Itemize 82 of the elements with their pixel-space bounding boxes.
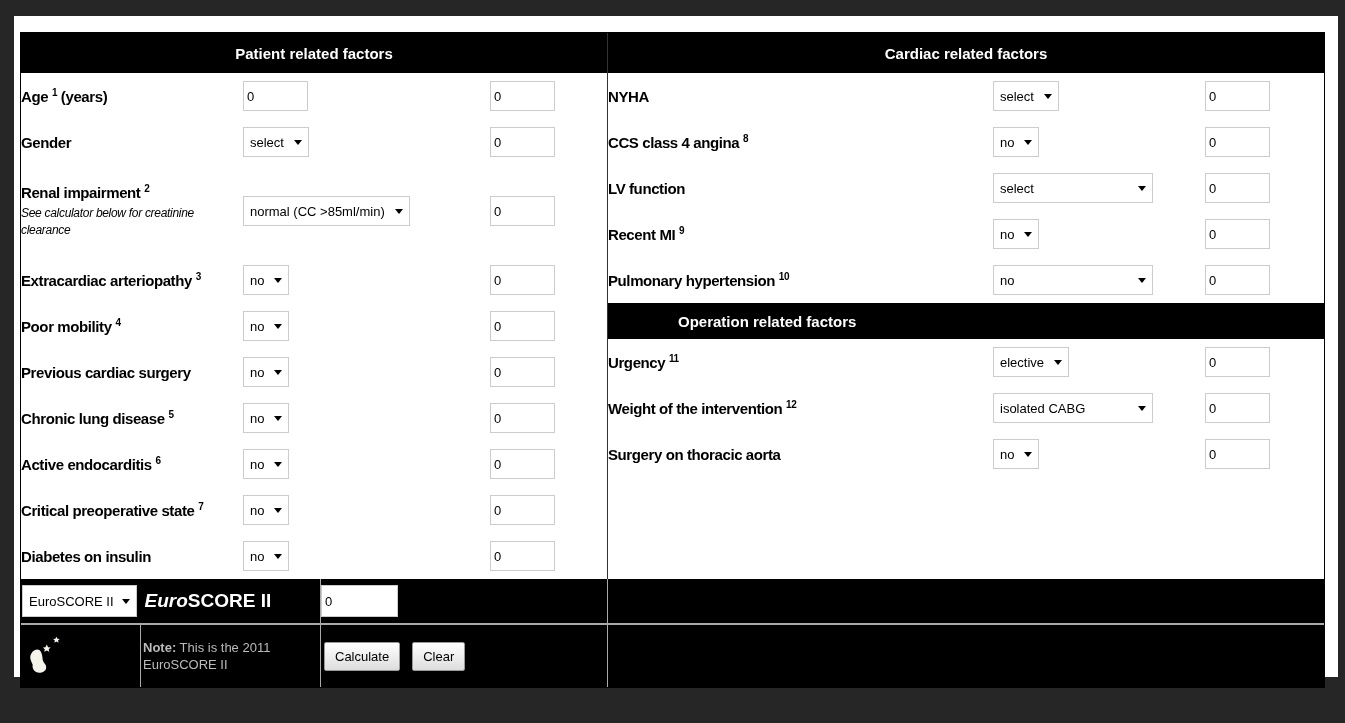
caret-icon	[1138, 185, 1146, 191]
caret-icon	[121, 598, 130, 604]
field-label: Diabetes on insulin	[21, 547, 152, 565]
score-field[interactable]: 0	[490, 265, 555, 295]
field-label: Weight of the intervention $^{12}$	[608, 399, 798, 417]
field-label: Chronic lung disease $^{5}$	[21, 409, 175, 427]
caret-icon	[1024, 231, 1033, 237]
field-label: Previous cardiac surgery	[21, 363, 192, 381]
dropdown[interactable]: no	[243, 495, 290, 525]
score-field[interactable]: 0	[1205, 265, 1270, 295]
caret-icon	[274, 553, 283, 559]
score-field[interactable]: 0	[490, 403, 555, 433]
caret-icon	[274, 415, 283, 421]
caret-icon	[1024, 451, 1033, 457]
caret-icon	[1138, 405, 1146, 411]
score-field[interactable]: 0	[1205, 173, 1270, 203]
caret-icon	[293, 139, 302, 145]
dropdown[interactable]: select	[243, 127, 309, 157]
input-field[interactable]: 0	[243, 81, 308, 111]
dropdown[interactable]: select	[993, 81, 1059, 111]
dropdown[interactable]: elective	[993, 347, 1070, 377]
dropdown[interactable]: no	[243, 541, 290, 571]
dropdown[interactable]: no	[243, 403, 290, 433]
score-title: EuroSCORE II	[144, 590, 272, 612]
score-field[interactable]: 0	[490, 495, 555, 525]
field-label: NYHA	[608, 87, 650, 105]
score-field[interactable]: 0	[490, 127, 555, 157]
dropdown[interactable]: EuroSCORE II	[22, 585, 137, 617]
dropdown[interactable]: select	[993, 173, 1153, 203]
score-field[interactable]: 0	[1205, 219, 1270, 249]
field-label: Extracardiac arteriopathy $^{3}$	[21, 271, 202, 289]
field-label: Active endocarditis $^{6}$	[21, 455, 162, 473]
score-field[interactable]: 0	[490, 196, 555, 226]
dropdown[interactable]: no	[993, 127, 1040, 157]
action-button[interactable]: Clear	[412, 641, 466, 671]
score-field[interactable]: 0	[490, 81, 555, 111]
field-label: Renal impairment $^{2}$	[21, 183, 151, 201]
field-label: Urgency $^{11}$	[608, 353, 680, 371]
score-field[interactable]: 0	[1205, 393, 1270, 423]
dropdown[interactable]: no	[993, 265, 1153, 295]
field-label: LV function	[608, 179, 686, 197]
result-field[interactable]: 0	[321, 585, 398, 617]
action-button[interactable]: Calculate	[324, 641, 401, 671]
caret-icon	[1054, 359, 1063, 365]
caret-icon	[274, 369, 283, 375]
caret-icon	[1138, 277, 1146, 283]
field-label: Recent MI $^{9}$	[608, 225, 686, 243]
dropdown[interactable]: isolated CABG	[993, 393, 1153, 423]
dropdown[interactable]: no	[993, 439, 1040, 469]
field-label: Gender	[21, 133, 73, 151]
score-field[interactable]: 0	[1205, 127, 1270, 157]
note-text: Note: This is the 2011 EuroSCORE II	[143, 639, 272, 673]
field-label: CCS class 4 angina $^{8}$	[608, 133, 750, 151]
score-field[interactable]: 0	[490, 357, 555, 387]
caret-icon	[274, 277, 283, 283]
caret-icon	[1043, 93, 1052, 99]
dropdown[interactable]: no	[243, 357, 290, 387]
field-label: Poor mobility $^{4}$	[21, 317, 122, 335]
dropdown[interactable]: no	[243, 311, 290, 341]
score-field[interactable]: 0	[490, 449, 555, 479]
score-field[interactable]: 0	[1205, 81, 1270, 111]
score-field[interactable]: 0	[1205, 347, 1270, 377]
section-title: Cardiac related factors	[884, 44, 1048, 62]
dropdown[interactable]: no	[243, 449, 290, 479]
score-field[interactable]: 0	[490, 311, 555, 341]
field-label: Pulmonary hypertension $^{10}$	[608, 271, 791, 289]
section-title: Operation related factors	[678, 312, 857, 330]
field-label: Surgery on thoracic aorta	[608, 445, 782, 463]
field-label: Critical preoperative state $^{7}$	[21, 501, 205, 519]
caret-icon	[274, 323, 283, 329]
score-field[interactable]: 0	[490, 541, 555, 571]
section-title: Patient related factors	[235, 44, 393, 62]
field-label: Age $^{1}$ (years)	[21, 87, 109, 105]
dropdown[interactable]: no	[993, 219, 1040, 249]
caret-icon	[1024, 139, 1033, 145]
dropdown[interactable]: normal (CC >85ml/min)	[243, 196, 410, 226]
caret-icon	[274, 461, 283, 467]
caret-icon	[394, 208, 403, 214]
caret-icon	[274, 507, 283, 513]
hint-text: See calculator below for creatinine clearance	[21, 205, 195, 239]
score-field[interactable]: 0	[1205, 439, 1270, 469]
dropdown[interactable]: no	[243, 265, 290, 295]
